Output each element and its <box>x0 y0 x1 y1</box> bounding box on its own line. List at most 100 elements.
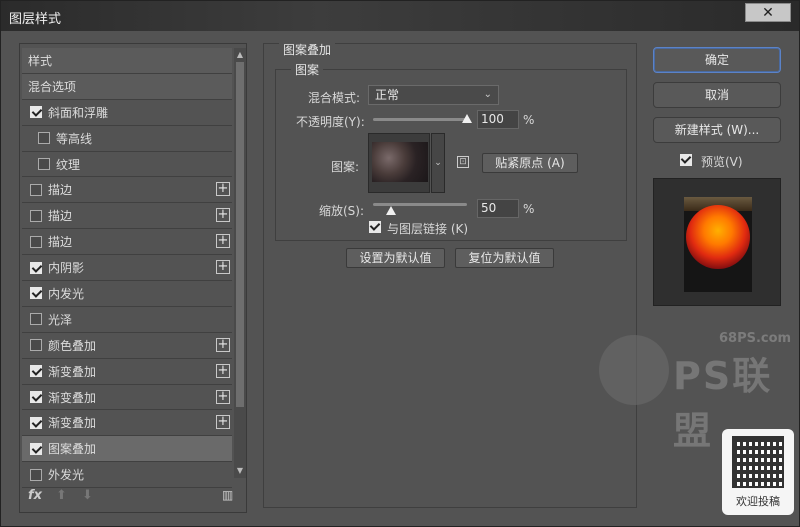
opacity-slider-track[interactable] <box>373 118 467 121</box>
style-list-item[interactable]: 等高线 <box>22 126 232 152</box>
style-checkbox[interactable] <box>30 209 42 222</box>
fx-icon[interactable]: fx <box>28 488 42 503</box>
styles-toolbar: fx ⬆ ⬇ ▥ <box>26 486 240 508</box>
style-checkbox[interactable] <box>30 287 42 300</box>
watermark-site: 68PS.com <box>719 331 792 346</box>
styles-scrollbar[interactable]: ▲ ▼ <box>234 48 246 478</box>
close-button[interactable]: ✕ <box>745 3 791 22</box>
pattern-subgroup-title: 图案 <box>291 61 324 78</box>
style-checkbox[interactable] <box>30 339 42 352</box>
style-list-item[interactable]: 内阴影 + <box>22 255 232 282</box>
style-list-item[interactable]: 纹理 <box>22 152 232 178</box>
ok-button[interactable]: 确定 <box>653 47 781 73</box>
move-down-icon[interactable]: ⬇ <box>82 488 93 503</box>
preview-checkbox[interactable] <box>680 154 692 166</box>
opacity-value: 100 <box>481 112 504 126</box>
style-list-label: 等高线 <box>56 131 93 146</box>
style-checkbox[interactable] <box>38 158 50 170</box>
style-list-item[interactable]: 光泽 <box>22 307 232 333</box>
style-list-item[interactable]: 内发光 <box>22 281 232 307</box>
chevron-down-icon: ⌄ <box>434 158 442 168</box>
qr-code-icon <box>732 436 784 488</box>
style-checkbox[interactable] <box>30 365 42 378</box>
style-checkbox[interactable] <box>30 106 42 119</box>
style-list-label: 光泽 <box>48 312 73 327</box>
style-list-label: 混合选项 <box>28 79 77 94</box>
style-list-item[interactable]: 渐变叠加 + <box>22 385 232 411</box>
set-default-button[interactable]: 设置为默认值 <box>346 248 445 268</box>
add-style-icon[interactable]: + <box>216 363 230 378</box>
style-list-item[interactable]: 外发光 <box>22 462 232 489</box>
style-checkbox[interactable] <box>30 313 42 326</box>
style-list-label: 内阴影 <box>48 261 85 276</box>
styles-list: 样式 混合选项 斜面和浮雕 等高线 纹理 描边 + 描边 + 描边 + 内阴影 + 内发光 光泽 颜色叠加 + 渐… <box>22 48 232 489</box>
snap-origin-button[interactable]: 贴紧原点 (A) <box>482 153 578 173</box>
watermark-logo-icon <box>599 335 669 405</box>
add-style-icon[interactable]: + <box>216 337 230 352</box>
cancel-button[interactable]: 取消 <box>653 82 781 108</box>
style-list-item[interactable]: 描边 + <box>22 177 232 204</box>
style-checkbox[interactable] <box>30 391 42 404</box>
style-list-item[interactable]: 混合选项 <box>22 73 232 100</box>
style-list-item[interactable]: 描边 + <box>22 203 232 230</box>
add-style-icon[interactable]: + <box>216 208 230 223</box>
link-with-layer-checkbox[interactable] <box>369 221 381 233</box>
add-style-icon[interactable]: + <box>216 389 230 404</box>
preview-image <box>684 197 752 292</box>
scroll-up-icon[interactable]: ▲ <box>234 50 246 60</box>
scroll-down-icon[interactable]: ▼ <box>234 466 246 476</box>
opacity-slider-thumb[interactable] <box>462 114 472 123</box>
style-list-item[interactable]: 描边 + <box>22 229 232 256</box>
styles-list-panel: 样式 混合选项 斜面和浮雕 等高线 纹理 描边 + 描边 + 描边 + 内阴影 + 内发光 光泽 颜色叠加 + 渐… <box>19 43 247 513</box>
layer-style-dialog: 图层样式 ✕ 样式 混合选项 斜面和浮雕 等高线 纹理 描边 + 描边 + 描边 + 内阴影 + 内发光光… <box>0 0 800 527</box>
style-checkbox[interactable] <box>30 416 42 429</box>
style-list-label: 纹理 <box>56 157 81 172</box>
blend-mode-select[interactable]: 正常 ⌄ <box>368 85 499 105</box>
style-list-item[interactable]: 样式 <box>22 48 232 74</box>
close-icon: ✕ <box>762 4 774 21</box>
style-list-item[interactable]: 图案叠加 <box>22 436 232 463</box>
style-list-label: 颜色叠加 <box>48 338 97 353</box>
opacity-input[interactable]: 100 <box>477 110 519 129</box>
pattern-overlay-group-title: 图案叠加 <box>279 41 336 58</box>
style-checkbox[interactable] <box>38 132 50 145</box>
blend-mode-label: 混合模式: <box>308 91 361 105</box>
reset-default-button[interactable]: 复位为默认值 <box>455 248 554 268</box>
title-bar: 图层样式 ✕ <box>1 1 799 31</box>
style-list-item[interactable]: 渐变叠加 + <box>22 359 232 385</box>
pattern-picker-dropdown[interactable]: ⌄ <box>431 133 445 193</box>
style-list-label: 图案叠加 <box>48 442 97 457</box>
add-style-icon[interactable]: + <box>216 234 230 249</box>
style-list-label: 渐变叠加 <box>48 364 97 379</box>
pattern-swatch <box>372 142 428 182</box>
scale-label: 缩放(S): <box>319 204 365 218</box>
scale-input[interactable]: 50 <box>477 199 519 218</box>
trash-icon[interactable]: ▥ <box>222 488 233 502</box>
opacity-label: 不透明度(Y): <box>296 115 365 129</box>
style-list-label: 描边 <box>48 235 73 250</box>
style-checkbox[interactable] <box>30 442 42 455</box>
add-style-icon[interactable]: + <box>216 260 230 275</box>
qr-caption: 欢迎投稿 <box>736 495 780 508</box>
link-with-layer-label: 与图层链接 (K) <box>387 222 469 236</box>
pattern-preview[interactable] <box>368 133 430 193</box>
style-checkbox[interactable] <box>30 183 42 196</box>
new-style-button[interactable]: 新建样式 (W)... <box>653 117 781 143</box>
new-preset-icon[interactable]: ⊡ <box>457 156 469 168</box>
move-up-icon[interactable]: ⬆ <box>56 488 67 503</box>
style-list-item[interactable]: 渐变叠加 + <box>22 410 232 437</box>
scroll-thumb[interactable] <box>236 62 244 407</box>
style-preview-thumbnail <box>653 178 781 306</box>
style-list-label: 内发光 <box>48 286 85 301</box>
add-style-icon[interactable]: + <box>216 182 230 197</box>
scale-slider-thumb[interactable] <box>386 206 396 215</box>
add-style-icon[interactable]: + <box>216 415 230 430</box>
preview-glow <box>686 205 750 269</box>
style-checkbox[interactable] <box>30 261 42 274</box>
style-list-label: 描边 <box>48 209 73 224</box>
style-checkbox[interactable] <box>30 468 42 481</box>
style-checkbox[interactable] <box>30 235 42 248</box>
style-list-item[interactable]: 斜面和浮雕 <box>22 100 232 126</box>
style-list-item[interactable]: 颜色叠加 + <box>22 333 232 359</box>
preview-label: 预览(V) <box>701 155 743 169</box>
